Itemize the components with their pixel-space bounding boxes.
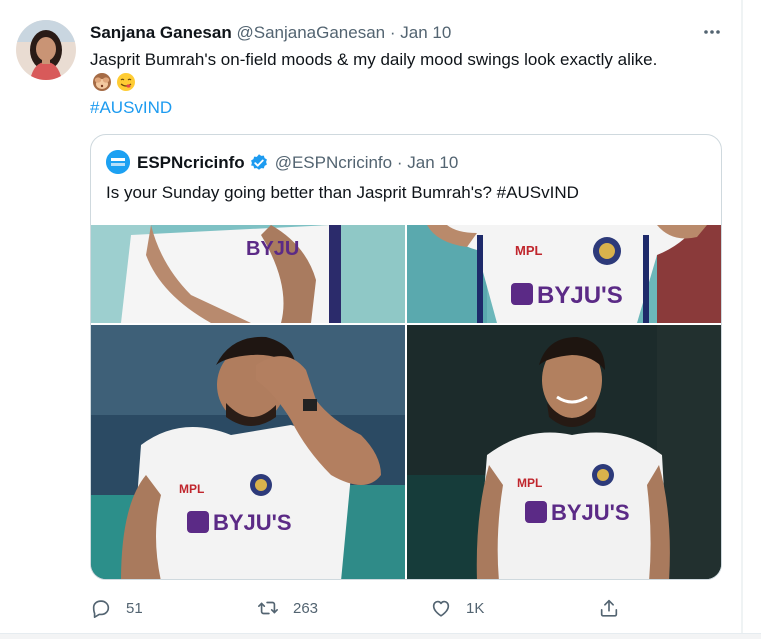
like-count: 1K [466,599,485,617]
quoted-tweet-card[interactable]: ESPNcricinfo @ESPNcricinfo · Jan 10 Is y… [90,134,722,580]
photo-top-left[interactable]: BYJU [91,225,405,323]
quoted-tweet-date[interactable]: Jan 10 [407,153,458,172]
photo-bottom-left[interactable]: MPL BYJU'S [91,325,405,579]
jersey-logo-text: MPL [515,243,543,258]
quoted-author-name[interactable]: ESPNcricinfo [137,152,245,174]
like-button[interactable]: 1K [430,596,484,620]
separator-dot: · [389,23,396,42]
hashtag-link[interactable]: #AUSvIND [90,96,172,119]
emoji-row [92,72,136,94]
next-tweet-divider [0,633,761,639]
tweet-text: Jasprit Bumrah's on-field moods & my dai… [90,50,658,69]
reply-icon [92,600,110,618]
retweet-button[interactable]: 263 [257,596,318,620]
face-savoring-food-icon [117,73,135,91]
jersey-sponsor-text: BYJU [246,238,299,260]
share-icon [600,599,618,617]
author-handle[interactable]: @SanjanaGanesan [236,23,385,42]
jersey-sponsor-text: BYJU'S [537,282,623,309]
reply-count: 51 [126,599,143,617]
jersey-logo-text: MPL [179,482,204,496]
see-no-evil-monkey-icon [93,73,111,91]
quoted-tweet-text: Is your Sunday going better than Jasprit… [106,183,579,202]
more-options-icon[interactable] [700,20,724,44]
author-name[interactable]: Sanjana Ganesan [90,23,232,42]
jersey-sponsor-text: BYJU'S [213,510,292,535]
photo-bottom-right[interactable]: MPL BYJU'S [407,325,721,579]
quoted-tweet-header: ESPNcricinfo @ESPNcricinfo · Jan 10 [137,152,458,174]
retweet-count: 263 [293,599,319,617]
jersey-sponsor-text: BYJU'S [551,500,630,525]
reply-button[interactable]: 51 [90,596,143,620]
retweet-icon [258,601,278,615]
tweet-header: Sanjana Ganesan @SanjanaGanesan · Jan 10 [90,22,451,44]
share-button[interactable] [598,596,620,620]
jersey-logo-text: MPL [517,476,542,490]
heart-icon [432,600,450,617]
timeline-border [741,0,743,639]
tweet-date[interactable]: Jan 10 [400,23,451,42]
quoted-separator-dot: · [396,153,403,172]
author-avatar[interactable] [16,20,76,80]
photo-top-right[interactable]: MPL BYJU'S [407,225,721,323]
tweet-actions: 51 263 1K [0,596,741,620]
quoted-author-avatar[interactable] [106,150,130,174]
verified-badge-icon [250,154,267,170]
quoted-author-handle[interactable]: @ESPNcricinfo [275,153,392,172]
